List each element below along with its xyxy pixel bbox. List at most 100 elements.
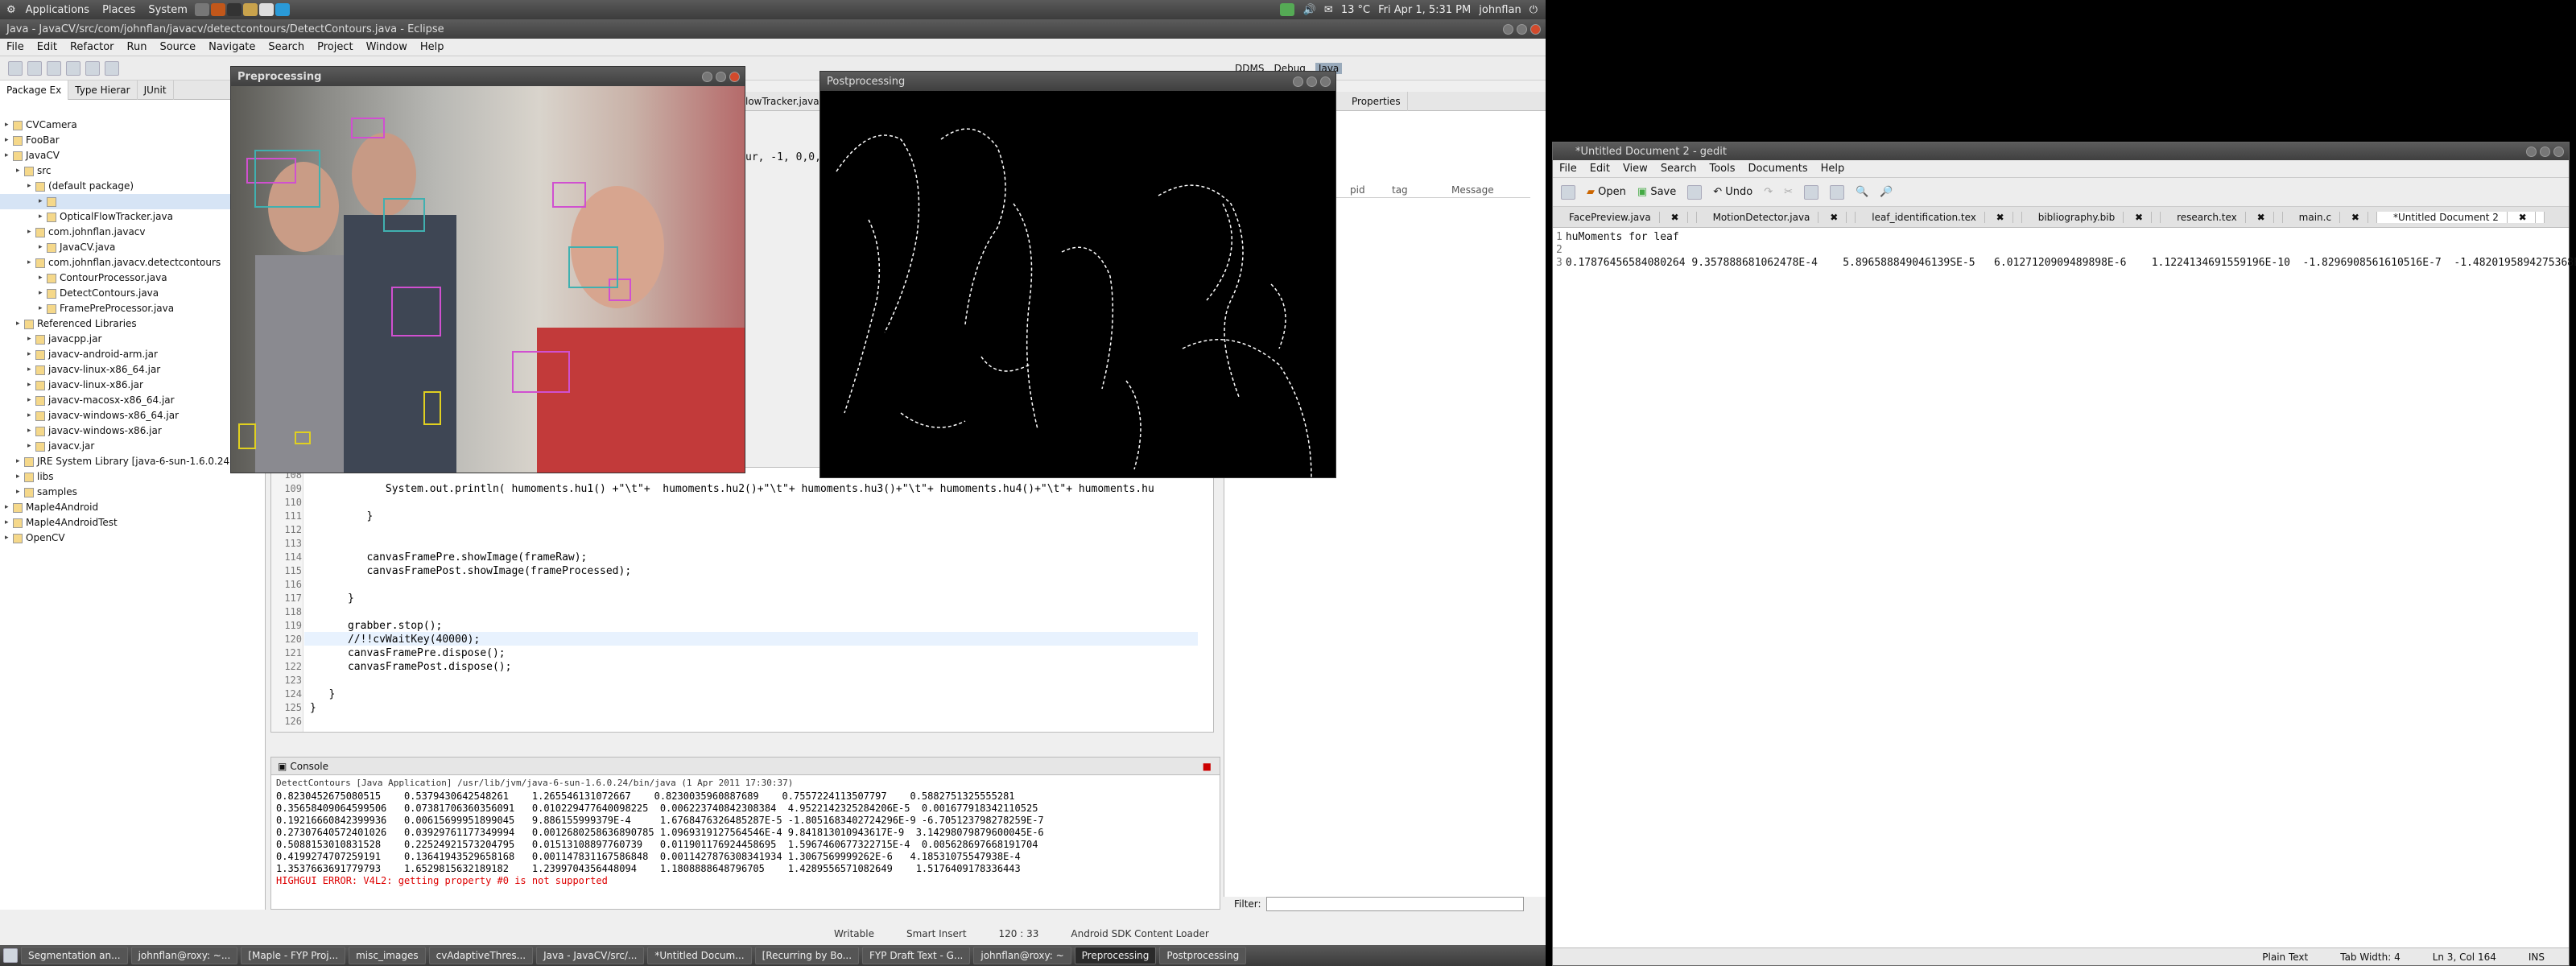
close-tab-icon[interactable]: ✖ (1818, 211, 1847, 223)
close-tab-icon[interactable]: ✖ (2245, 211, 2274, 223)
tree-item[interactable]: ▸ javacv-macosx-x86_64.jar (0, 393, 265, 408)
expand-icon[interactable]: ▸ (39, 301, 47, 316)
launcher-icon[interactable] (194, 3, 209, 16)
tree-item[interactable]: ▸ javacv.jar (0, 439, 265, 454)
tree-item[interactable]: ▸ javacv-windows-x86_64.jar (0, 408, 265, 423)
expand-icon[interactable]: ▸ (39, 240, 47, 255)
expand-icon[interactable]: ▸ (39, 209, 47, 225)
expand-icon[interactable]: ▸ (27, 439, 35, 454)
gedit-mode[interactable]: Plain Text (2262, 952, 2308, 963)
undo-button[interactable]: ↶ Undo (1713, 186, 1752, 198)
close-button[interactable] (1320, 76, 1331, 87)
taskbar-item[interactable]: cvAdaptiveThres... (428, 947, 534, 964)
gedit-menu-view[interactable]: View (1616, 163, 1654, 175)
gedit-menu-search[interactable]: Search (1654, 163, 1703, 175)
taskbar-item[interactable]: johnflan@roxy: ~... (130, 947, 238, 964)
close-button[interactable] (1530, 23, 1541, 35)
taskbar-item[interactable]: Postprocessing (1159, 947, 1247, 964)
tree-item[interactable]: ▸ Maple4Android (0, 500, 265, 515)
close-tab-icon[interactable]: ✖ (2124, 211, 2153, 223)
gedit-menu-help[interactable]: Help (1814, 163, 1852, 175)
expand-icon[interactable]: ▸ (27, 255, 35, 270)
skype-icon[interactable] (275, 3, 290, 16)
gedit-menu-documents[interactable]: Documents (1742, 163, 1814, 175)
menu-search[interactable]: Search (262, 41, 311, 53)
tree-item[interactable]: ▸ JavaCV (0, 148, 265, 163)
taskbar-item[interactable]: johnflan@roxy: ~ (973, 947, 1071, 964)
menu-file[interactable]: File (0, 41, 31, 53)
editor-tab-partial[interactable]: lowTracker.java (745, 92, 821, 111)
taskbar-item[interactable]: [Maple - FYP Proj... (241, 947, 346, 964)
tree-item[interactable]: ▸ com.johnflan.javacv (0, 225, 265, 240)
expand-icon[interactable]: ▸ (27, 347, 35, 362)
close-tab-icon[interactable]: ✖ (2507, 211, 2536, 223)
tab-properties[interactable]: Properties (1345, 91, 1408, 111)
expand-icon[interactable]: ▸ (5, 148, 13, 163)
maximize-button[interactable] (716, 71, 726, 82)
taskbar-item[interactable]: Preprocessing (1074, 947, 1157, 964)
expand-icon[interactable]: ▸ (39, 270, 47, 286)
minimize-button[interactable] (702, 71, 712, 82)
expand-icon[interactable]: ▸ (27, 179, 35, 194)
filter-input[interactable] (1265, 897, 1524, 911)
replace-icon[interactable]: 🔎 (1880, 186, 1893, 198)
taskbar-item[interactable]: Java - JavaCV/src/... (536, 947, 645, 964)
close-tab-icon[interactable]: ✖ (1984, 211, 2013, 223)
tree-item[interactable]: ▸ javacv-linux-x86_64.jar (0, 362, 265, 378)
expand-icon[interactable]: ▸ (16, 454, 24, 469)
gedit-tab[interactable]: leaf_identification.tex ✖ (1856, 211, 2022, 223)
tree-item[interactable]: ▸ ContourProcessor.java (0, 270, 265, 286)
gedit-menu-file[interactable]: File (1553, 163, 1583, 175)
paste-icon[interactable] (1830, 184, 1845, 200)
gnome-foot-icon[interactable]: ⚙ (0, 4, 19, 16)
print-icon[interactable] (47, 60, 61, 76)
print-icon[interactable] (1687, 184, 1703, 200)
close-button[interactable] (2553, 146, 2564, 157)
tree-item[interactable]: ▸ src (0, 163, 265, 179)
expand-icon[interactable]: ▸ (39, 194, 47, 209)
menu-window[interactable]: Window (360, 41, 414, 53)
tree-item[interactable]: ▸ JavaCV.java (0, 240, 265, 255)
minimize-button[interactable] (1503, 23, 1513, 35)
weather[interactable]: 13 °C (1341, 4, 1370, 16)
gedit-tab-width[interactable]: Tab Width: 4 (2340, 952, 2400, 963)
gedit-tab[interactable]: main.c ✖ (2283, 211, 2377, 223)
taskbar-item[interactable]: misc_images (349, 947, 426, 964)
menu-navigate[interactable]: Navigate (202, 41, 262, 53)
applications-menu[interactable]: Applications (19, 4, 96, 16)
expand-icon[interactable]: ▸ (5, 118, 13, 133)
power-icon[interactable]: ⏻ (1530, 4, 1538, 16)
taskbar-item[interactable]: FYP Draft Text - G... (862, 947, 971, 964)
find-icon[interactable]: 🔍 (1856, 186, 1868, 198)
tree-item[interactable]: ▸ (0, 194, 265, 209)
close-tab-icon[interactable]: ✖ (1659, 211, 1688, 223)
expand-icon[interactable]: ▸ (27, 393, 35, 408)
tree-item[interactable]: ▸ CVCamera (0, 118, 265, 133)
tab-junit[interactable]: JUnit (138, 80, 174, 100)
folder-icon[interactable] (242, 3, 258, 16)
mail-indicator-icon[interactable]: ✉ (1324, 4, 1333, 16)
volume-icon[interactable]: 🔊 (1303, 4, 1316, 16)
tree-item[interactable]: ▸ FooBar (0, 133, 265, 148)
tree-item[interactable]: ▸ samples (0, 485, 265, 500)
mail-icon[interactable] (258, 3, 274, 16)
menu-run[interactable]: Run (121, 41, 154, 53)
postprocessing-window[interactable]: Postprocessing (819, 71, 1336, 478)
menu-help[interactable]: Help (414, 41, 451, 53)
terminal-icon[interactable] (226, 3, 242, 16)
taskbar-item[interactable]: *Untitled Docum... (647, 947, 752, 964)
save-button[interactable]: ▣ Save (1637, 186, 1676, 198)
gedit-tab[interactable]: research.tex ✖ (2161, 211, 2283, 223)
search-icon[interactable] (105, 60, 119, 76)
show-desktop-icon[interactable] (3, 948, 18, 963)
tree-item[interactable]: ▸ Referenced Libraries (0, 316, 265, 332)
tree-item[interactable]: ▸ DetectContours.java (0, 286, 265, 301)
expand-icon[interactable]: ▸ (16, 485, 24, 500)
tab-console[interactable]: Console (290, 761, 328, 772)
open-button[interactable]: ▰ Open (1587, 186, 1626, 198)
firefox-icon[interactable] (210, 3, 225, 16)
new-icon[interactable] (8, 60, 23, 76)
system-menu[interactable]: System (142, 4, 193, 16)
close-button[interactable] (729, 71, 740, 82)
expand-icon[interactable]: ▸ (5, 133, 13, 148)
